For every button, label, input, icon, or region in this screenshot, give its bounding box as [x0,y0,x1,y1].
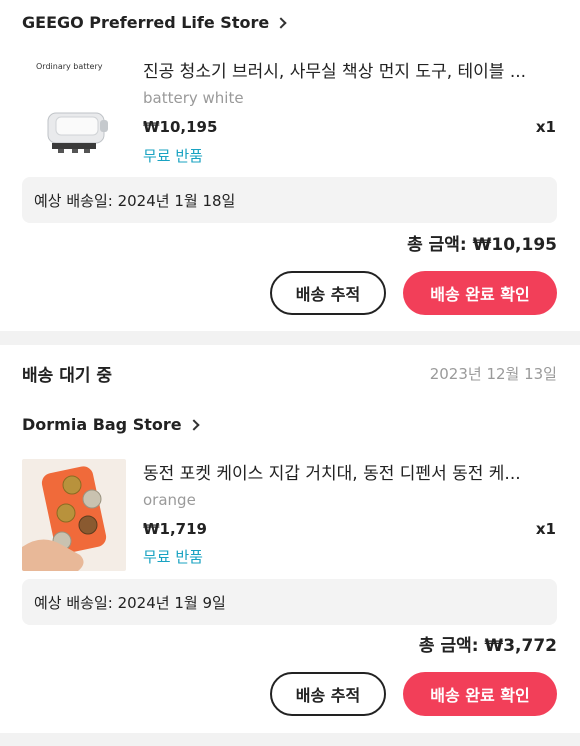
free-return-link[interactable]: 무료 반품 [143,546,203,567]
free-return-link[interactable]: 무료 반품 [143,145,203,166]
order-total: 총 금액: ₩3,772 [418,636,557,656]
track-shipment-button[interactable]: 배송 추적 [270,271,386,315]
delivery-estimate-text: 예상 배송일: 2024년 1월 18일 [34,192,236,210]
product-price: ₩1,719 [143,520,207,538]
track-shipment-button[interactable]: 배송 추적 [270,672,386,716]
delivery-estimate-text: 예상 배송일: 2024년 1월 9일 [34,594,226,612]
order-card: GEEGO Preferred Life Store Ordinary batt… [0,0,580,331]
image-caption: Ordinary battery [36,62,103,71]
product-quantity: x1 [535,520,556,538]
order-total: 총 금액: ₩10,195 [407,235,557,255]
product-title[interactable]: 진공 청소기 브러시, 사무실 책상 먼지 도구, 테이블 ... [143,57,551,82]
order-card: 배송 대기 중 2023년 12월 13일 Dormia Bag Store 동… [0,345,580,733]
store-name: Dormia Bag Store [22,415,182,434]
chevron-right-icon [187,418,200,431]
delivery-estimate: 예상 배송일: 2024년 1월 9일 [22,579,557,625]
product-price: ₩10,195 [143,118,218,136]
product-variant: orange [143,491,196,509]
order-date: 2023년 12월 13일 [429,365,557,383]
product-quantity: x1 [535,118,556,136]
order-status: 배송 대기 중 [22,366,113,386]
store-name: GEEGO Preferred Life Store [22,13,270,32]
delivery-estimate: 예상 배송일: 2024년 1월 18일 [22,177,557,223]
product-image[interactable]: Ordinary battery [22,57,126,169]
product-variant: battery white [143,89,244,107]
confirm-delivery-button[interactable]: 배송 완료 확인 [403,271,557,315]
product-title[interactable]: 동전 포켓 케이스 지갑 거치대, 동전 디펜서 동전 케... [143,459,551,484]
product-image[interactable] [22,459,126,571]
chevron-right-icon [275,16,287,29]
store-link[interactable]: GEEGO Preferred Life Store [22,13,287,32]
store-link[interactable]: Dormia Bag Store [22,415,200,434]
confirm-delivery-button[interactable]: 배송 완료 확인 [403,672,557,716]
